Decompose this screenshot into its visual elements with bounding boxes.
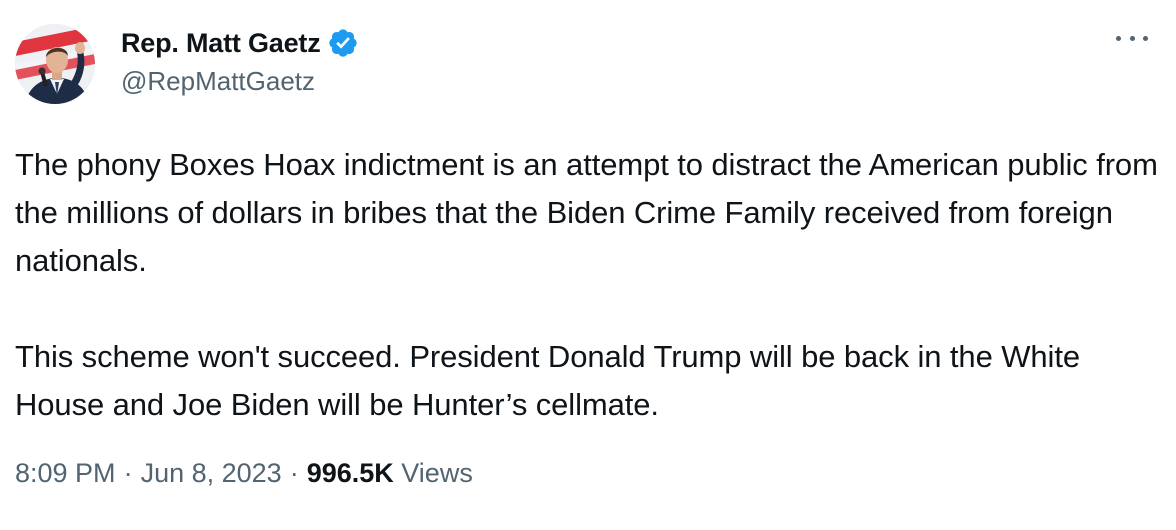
more-options-button[interactable] — [1116, 28, 1148, 48]
name-row: Rep. Matt Gaetz — [121, 24, 359, 62]
tweet-date[interactable]: Jun 8, 2023 — [141, 458, 282, 488]
tweet-meta: 8:09 PM · Jun 8, 2023 · 996.5K Views — [15, 458, 473, 489]
tweet-card: Rep. Matt Gaetz @RepMattGaetz The phony … — [0, 0, 1176, 530]
meta-separator: · — [123, 458, 133, 488]
meta-separator: · — [289, 458, 299, 488]
avatar-image — [15, 24, 95, 104]
tweet-text: The phony Boxes Hoax indictment is an at… — [15, 141, 1165, 429]
more-horizontal-icon — [1116, 35, 1121, 41]
more-horizontal-icon — [1129, 35, 1135, 41]
author-block: Rep. Matt Gaetz @RepMattGaetz — [121, 24, 359, 97]
tweet-paragraph: This scheme won't succeed. President Don… — [15, 339, 1080, 422]
tweet-time[interactable]: 8:09 PM — [15, 458, 116, 488]
display-name[interactable]: Rep. Matt Gaetz — [121, 28, 321, 59]
tweet-paragraph: The phony Boxes Hoax indictment is an at… — [15, 147, 1158, 278]
more-horizontal-icon — [1143, 35, 1148, 41]
avatar[interactable] — [15, 24, 95, 104]
views-label[interactable]: Views — [401, 458, 473, 488]
verified-badge-icon[interactable] — [327, 27, 359, 59]
handle[interactable]: @RepMattGaetz — [121, 66, 359, 97]
views-count[interactable]: 996.5K — [307, 458, 394, 488]
